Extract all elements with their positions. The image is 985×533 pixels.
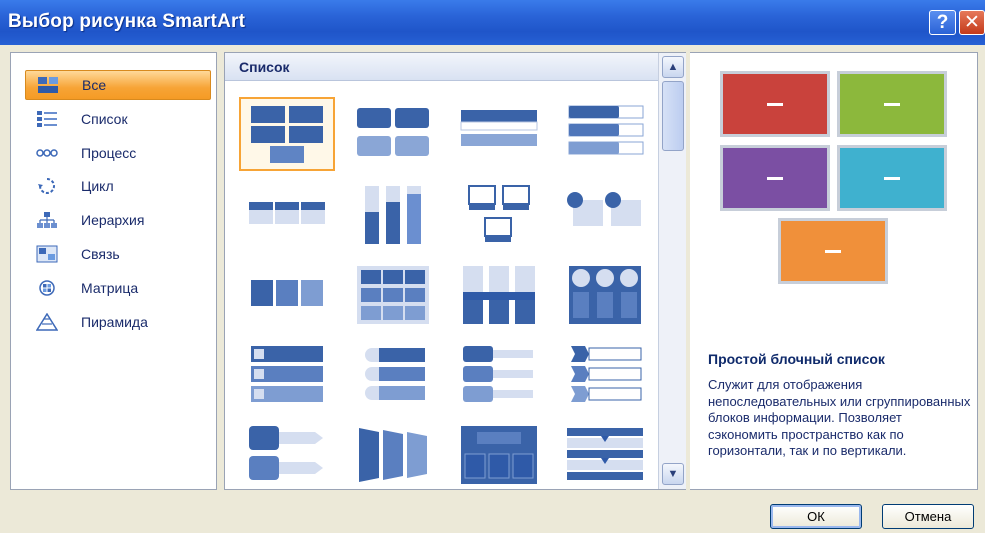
layout-thumbnail[interactable] bbox=[239, 417, 335, 491]
category-item-cycle[interactable]: Цикл bbox=[25, 171, 211, 201]
preview-panel: Простой блочный список Служит для отобра… bbox=[690, 52, 978, 490]
hierarchy-icon bbox=[35, 210, 59, 230]
layout-thumbnail[interactable] bbox=[557, 417, 653, 491]
chevron-down-icon: ▼ bbox=[667, 468, 679, 480]
thumbnail-graphic bbox=[567, 192, 641, 226]
layout-thumbnail[interactable] bbox=[451, 177, 547, 251]
category-item-pyramid[interactable]: Пирамида bbox=[25, 307, 211, 337]
list-icon bbox=[35, 109, 59, 129]
pyramid-icon bbox=[35, 312, 59, 332]
cycle-icon bbox=[35, 176, 59, 196]
smartart-dialog: Выбор рисунка SmartArt ? ✕ Все Список Пр… bbox=[0, 0, 985, 533]
category-label: Матрица bbox=[81, 280, 139, 296]
layout-thumbnail[interactable] bbox=[557, 257, 653, 331]
help-icon: ? bbox=[936, 11, 949, 33]
category-label: Пирамида bbox=[81, 314, 148, 330]
preview-title: Простой блочный список bbox=[708, 351, 885, 367]
preview-block-5 bbox=[778, 218, 888, 284]
layout-thumbnail[interactable] bbox=[451, 257, 547, 331]
scroll-thumb[interactable] bbox=[662, 81, 684, 151]
thumbnail-graphic bbox=[357, 108, 429, 156]
matrix-icon bbox=[35, 278, 59, 298]
thumbnail-graphic bbox=[365, 348, 425, 400]
category-item-process[interactable]: Процесс bbox=[25, 138, 211, 168]
all-icon bbox=[36, 75, 60, 95]
thumbnail-graphic bbox=[249, 202, 325, 224]
preview-block-1 bbox=[720, 71, 830, 137]
layout-thumbnail[interactable] bbox=[239, 337, 335, 411]
layout-thumbnail[interactable] bbox=[557, 337, 653, 411]
scroll-up-button[interactable]: ▲ bbox=[662, 56, 684, 78]
thumbnail-graphic bbox=[357, 266, 429, 324]
category-list: Все Список Процесс Цикл Иерархия Связь М… bbox=[10, 52, 217, 490]
thumbnail-graphic bbox=[249, 426, 323, 480]
preview-description: Служит для отображения непоследовательны… bbox=[708, 377, 971, 458]
ok-button[interactable]: ОК bbox=[770, 504, 862, 529]
layout-thumbnail[interactable] bbox=[557, 97, 653, 171]
thumbnail-graphic bbox=[568, 105, 644, 155]
preview-block-3 bbox=[720, 145, 830, 211]
thumbnail-graphic bbox=[251, 346, 323, 402]
category-label: Цикл bbox=[81, 178, 114, 194]
window-title: Выбор рисунка SmartArt bbox=[8, 11, 246, 32]
category-label: Все bbox=[82, 77, 107, 93]
layout-thumbnail[interactable] bbox=[345, 417, 441, 491]
gallery-scrollbar[interactable]: ▲ ▼ bbox=[658, 53, 686, 489]
thumbnail-graphic bbox=[468, 185, 530, 242]
layout-thumbnail[interactable] bbox=[345, 257, 441, 331]
thumbnail-graphic bbox=[251, 280, 323, 306]
layout-thumbnail[interactable] bbox=[345, 337, 441, 411]
thumbnail-graphic bbox=[460, 110, 538, 146]
category-label: Процесс bbox=[81, 145, 137, 161]
gallery-grid bbox=[233, 91, 653, 487]
thumbnail-graphic bbox=[463, 346, 533, 402]
thumbnail-graphic bbox=[463, 266, 535, 324]
layout-gallery: Список ▲ ▼ bbox=[224, 52, 686, 490]
layout-thumbnail[interactable] bbox=[451, 417, 547, 491]
preview-block-dash bbox=[825, 249, 841, 253]
category-item-matrix[interactable]: Матрица bbox=[25, 273, 211, 303]
layout-thumbnail[interactable] bbox=[345, 177, 441, 251]
chevron-up-icon: ▲ bbox=[667, 61, 679, 73]
gallery-header: Список bbox=[225, 53, 658, 81]
thumbnail-graphic bbox=[461, 426, 537, 484]
relationship-icon bbox=[35, 244, 59, 264]
scroll-down-button[interactable]: ▼ bbox=[662, 463, 684, 485]
preview-block-dash bbox=[767, 102, 783, 106]
layout-thumbnail[interactable] bbox=[345, 97, 441, 171]
thumbnail-graphic bbox=[567, 428, 643, 480]
thumbnail-graphic bbox=[571, 346, 642, 402]
preview-block-4 bbox=[837, 145, 947, 211]
layout-thumbnail[interactable] bbox=[451, 337, 547, 411]
preview-block-2 bbox=[837, 71, 947, 137]
category-label: Иерархия bbox=[81, 212, 145, 228]
preview-block-dash bbox=[767, 176, 783, 180]
thumbnail-graphic bbox=[359, 428, 427, 482]
layout-thumbnail-basic-block-list[interactable] bbox=[239, 97, 335, 171]
category-item-hierarchy[interactable]: Иерархия bbox=[25, 205, 211, 235]
title-bar[interactable]: Выбор рисунка SmartArt ? ✕ bbox=[0, 0, 985, 45]
layout-thumbnail[interactable] bbox=[239, 257, 335, 331]
close-icon: ✕ bbox=[964, 12, 980, 33]
layout-thumbnail[interactable] bbox=[451, 97, 547, 171]
category-label: Список bbox=[81, 111, 128, 127]
thumbnail-graphic bbox=[365, 186, 421, 244]
category-item-all[interactable]: Все bbox=[25, 70, 211, 100]
thumbnail-graphic bbox=[251, 106, 323, 163]
category-item-list[interactable]: Список bbox=[25, 104, 211, 134]
layout-thumbnail[interactable] bbox=[557, 177, 653, 251]
layout-thumbnail[interactable] bbox=[239, 177, 335, 251]
thumbnail-graphic bbox=[569, 266, 641, 324]
category-item-relationship[interactable]: Связь bbox=[25, 239, 211, 269]
preview-block-dash bbox=[884, 102, 900, 106]
cancel-button[interactable]: Отмена bbox=[882, 504, 974, 529]
process-icon bbox=[35, 143, 59, 163]
preview-block-dash bbox=[884, 176, 900, 180]
help-button[interactable]: ? bbox=[929, 10, 956, 35]
close-button[interactable]: ✕ bbox=[959, 10, 985, 35]
category-label: Связь bbox=[81, 246, 120, 262]
